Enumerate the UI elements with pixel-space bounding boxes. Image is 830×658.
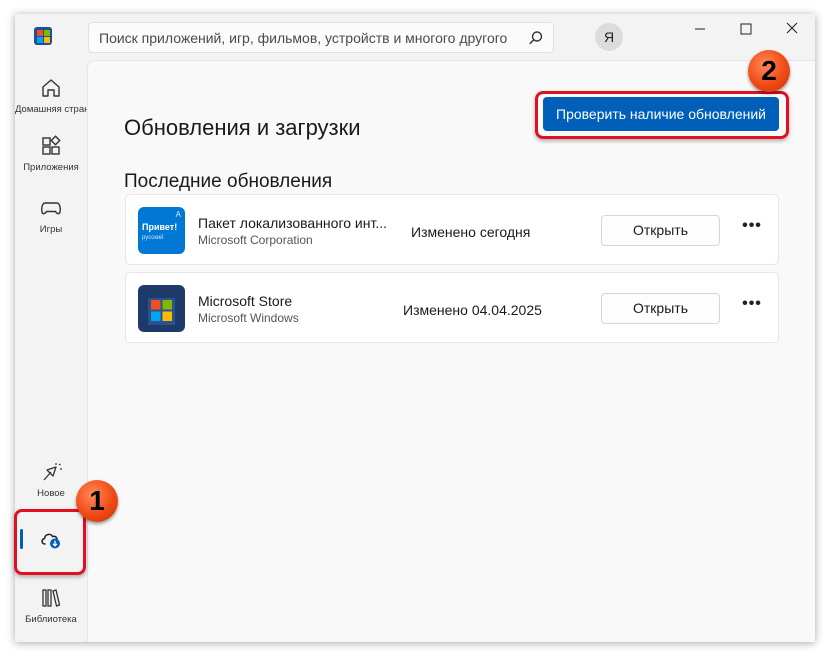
gamepad-icon [40,202,62,215]
callout-highlight-downloads [14,509,86,575]
search-box[interactable]: Поиск приложений, игр, фильмов, устройст… [88,22,554,53]
list-item: Привет! русский A Пакет локализованного … [125,194,779,265]
home-icon [42,79,60,97]
list-item: Microsoft Store Microsoft Windows Измене… [125,272,779,343]
search-icon[interactable] [527,29,545,47]
language-pack-icon-subtext: русский [142,235,164,241]
sidebar-item-label: Приложения [23,162,79,173]
section-title: Последние обновления [124,171,333,192]
close-button[interactable] [769,14,815,44]
app-name: Microsoft Store [198,293,293,309]
more-options-button[interactable]: ••• [738,295,766,319]
avatar-initial: Я [603,29,615,45]
avatar[interactable]: Я [595,23,623,51]
sidebar-item-label: Домашняя страница [15,104,106,115]
callout-badge-one: 1 [76,480,118,522]
callout-highlight-check-button [535,91,789,139]
maximize-button[interactable] [723,14,769,44]
app-publisher: Microsoft Windows [198,311,299,325]
more-options-button[interactable]: ••• [738,217,766,241]
app-name: Пакет локализованного инт... [198,215,387,231]
sidebar-item-home[interactable]: Домашняя страница [15,76,106,115]
app-status: Изменено сегодня [411,224,531,240]
sidebar-item-label: Библиотека [25,614,77,625]
store-logo-icon [34,27,52,45]
main-content: Обновления и загрузки Проверить наличие … [87,60,815,642]
app-status: Изменено 04.04.2025 [403,302,542,318]
language-pack-icon: Привет! русский A [138,207,185,254]
callout-badge-two: 2 [748,50,790,92]
close-icon [786,22,798,34]
open-button[interactable]: Открыть [601,293,720,324]
app-publisher: Microsoft Corporation [198,233,313,247]
sidebar-item-games[interactable]: Игры [15,196,87,235]
sidebar-item-library[interactable]: Библиотека [15,586,87,625]
minimize-button[interactable] [677,14,723,44]
apps-icon [42,135,61,155]
page-title: Обновления и загрузки [124,115,361,140]
search-input[interactable]: Поиск приложений, игр, фильмов, устройст… [99,30,507,46]
maximize-icon [740,23,752,35]
sidebar-item-apps[interactable]: Приложения [15,134,87,173]
microsoft-store-icon [138,285,185,332]
minimize-icon [695,28,705,30]
sparkle-icon [43,463,62,481]
open-button[interactable]: Открыть [601,215,720,246]
library-icon [42,589,61,607]
sidebar-item-label: Игры [39,224,63,235]
language-pack-icon-text: Привет! [142,222,178,232]
